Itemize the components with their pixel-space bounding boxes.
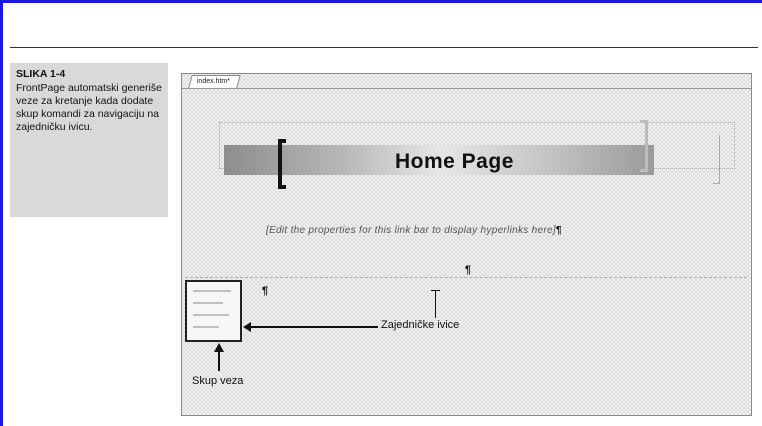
link-line — [193, 302, 223, 304]
header-rule — [10, 47, 758, 48]
callout-tick — [431, 290, 440, 291]
top-border — [0, 0, 762, 3]
link-set-box[interactable] — [185, 280, 242, 342]
link-line — [193, 290, 231, 292]
right-bracket — [640, 120, 648, 172]
link-line — [193, 326, 219, 328]
left-bracket — [278, 139, 286, 189]
arrow-left-icon — [243, 322, 251, 332]
callout-vertical-line — [435, 290, 436, 318]
callout-up-line — [218, 351, 220, 371]
figure-caption: SLIKA 1-4 FrontPage automatski generiše … — [10, 63, 168, 217]
shared-border-divider — [185, 277, 747, 278]
small-paragraph-mark: ¶ — [262, 285, 269, 297]
pilcrow-mark: ¶ — [555, 225, 562, 236]
link-bar-text: [Edit the properties for this link bar t… — [266, 225, 556, 236]
frontpage-screenshot: index.htm* Home Page [Edit the propertie… — [181, 73, 752, 416]
page-banner-title: Home Page — [395, 150, 514, 173]
callout-shared-borders: Zajedničke ivice — [381, 319, 460, 331]
tab-strip: index.htm* — [182, 74, 751, 89]
tab-index[interactable]: index.htm* — [188, 75, 241, 88]
figure-label: SLIKA 1-4 — [16, 68, 66, 80]
left-border — [0, 0, 3, 426]
callout-link-set: Skup veza — [192, 375, 244, 387]
tab-label: index.htm* — [196, 78, 230, 85]
right-border-mark — [713, 135, 720, 184]
link-bar-placeholder[interactable]: [Edit the properties for this link bar t… — [266, 225, 562, 236]
callout-horizontal-line — [248, 326, 378, 328]
center-paragraph-mark: ¶ — [465, 264, 472, 276]
link-line — [193, 314, 229, 316]
figure-text: FrontPage automatski generiše veze za kr… — [16, 82, 162, 133]
